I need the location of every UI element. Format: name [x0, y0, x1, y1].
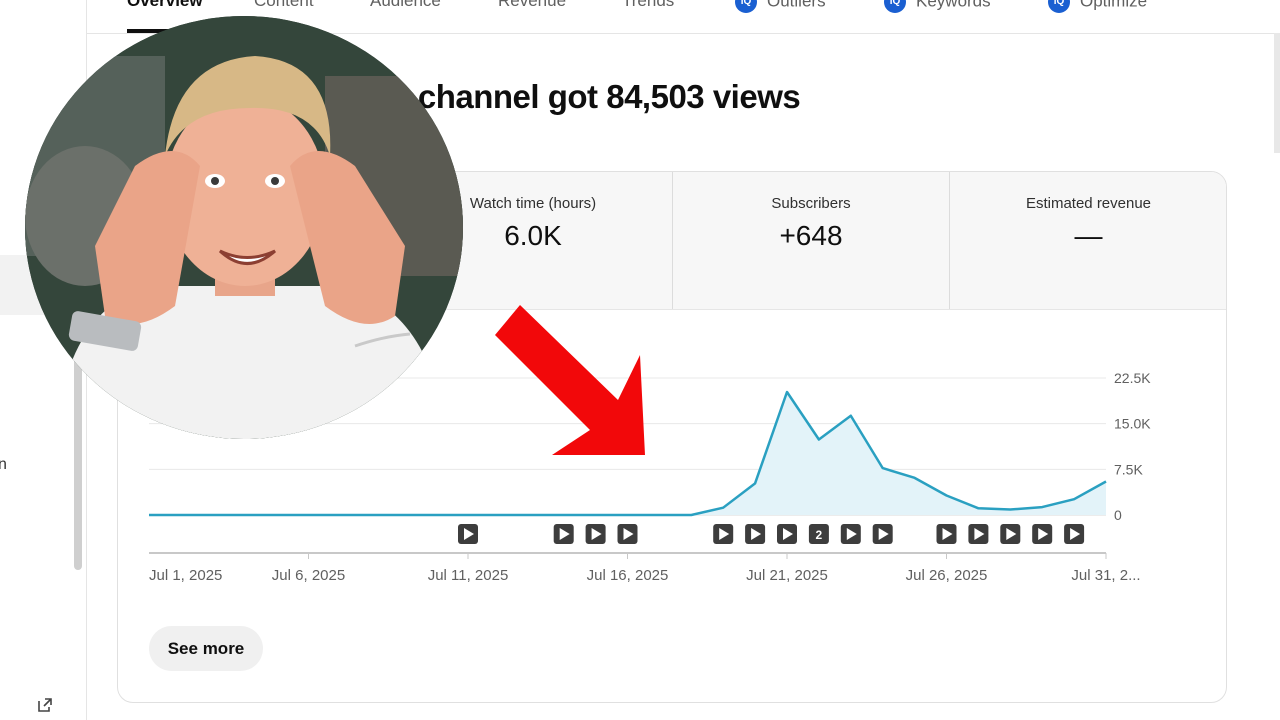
tab-label: Overview	[127, 0, 203, 10]
tab-optimize[interactable]: iQ Optimize	[1048, 0, 1147, 13]
tab-badge-icon: iQ	[735, 0, 757, 13]
x-tick-label: Jul 11, 2025	[428, 567, 509, 584]
video-published-marker[interactable]	[585, 524, 606, 544]
y-tick-label: 7.5K	[1114, 461, 1143, 477]
video-published-marker[interactable]	[458, 524, 478, 544]
tab-label: Revenue	[498, 0, 567, 10]
y-tick-label: 0	[1114, 507, 1122, 523]
video-published-marker[interactable]	[840, 524, 861, 544]
tab-label: Optimize	[1080, 0, 1148, 11]
tab-label: Content	[254, 0, 314, 10]
video-published-marker[interactable]	[1064, 524, 1085, 544]
video-published-marker[interactable]: 2	[808, 524, 829, 544]
video-published-marker[interactable]	[872, 524, 893, 544]
tab-badge-icon: iQ	[884, 0, 906, 13]
tab-badge-icon: iQ	[1048, 0, 1070, 13]
y-tick-label: 15.0K	[1114, 416, 1151, 432]
presenter-avatar	[25, 16, 463, 439]
video-published-marker[interactable]	[745, 524, 766, 544]
red-arrow-annotation	[495, 305, 645, 455]
tab-audience[interactable]: Audience	[370, 0, 441, 11]
video-published-marker[interactable]	[936, 524, 957, 544]
x-tick-label: Jul 31, 2...	[1071, 567, 1140, 584]
tab-label: Audience	[370, 0, 441, 10]
marker-count: 2	[816, 528, 823, 542]
video-published-marker[interactable]	[713, 524, 734, 544]
video-published-marker[interactable]	[1000, 524, 1021, 544]
tab-revenue[interactable]: Revenue	[498, 0, 566, 11]
page-scrollbar[interactable]	[1274, 33, 1280, 153]
x-tick-label: Jul 21, 2025	[746, 567, 828, 584]
see-more-button[interactable]: See more	[149, 626, 263, 671]
x-tick-label: Jul 6, 2025	[272, 567, 345, 584]
tab-label: Keywords	[916, 0, 991, 11]
x-tick-label: Jul 26, 2025	[906, 567, 988, 584]
tab-overview[interactable]: Overview	[127, 0, 203, 11]
tab-label: Trends	[622, 0, 675, 10]
external-link-icon[interactable]	[36, 696, 54, 714]
video-published-marker[interactable]	[617, 524, 638, 544]
tab-keywords[interactable]: iQ Keywords	[884, 0, 991, 13]
sidebar-partial-text: n	[0, 456, 7, 473]
y-tick-label: 22.5K	[1114, 370, 1151, 386]
video-published-marker[interactable]	[777, 524, 797, 544]
video-published-marker[interactable]	[553, 524, 574, 544]
tab-label: Outliers	[767, 0, 826, 11]
video-published-marker[interactable]	[1032, 524, 1053, 544]
video-published-marker[interactable]	[968, 524, 989, 544]
x-tick-label: Jul 16, 2025	[587, 567, 669, 584]
tab-outliers[interactable]: iQ Outliers	[735, 0, 826, 13]
tab-content[interactable]: Content	[254, 0, 314, 11]
tab-trends[interactable]: Trends	[622, 0, 674, 11]
x-tick-label: Jul 1, 2025	[149, 567, 222, 584]
